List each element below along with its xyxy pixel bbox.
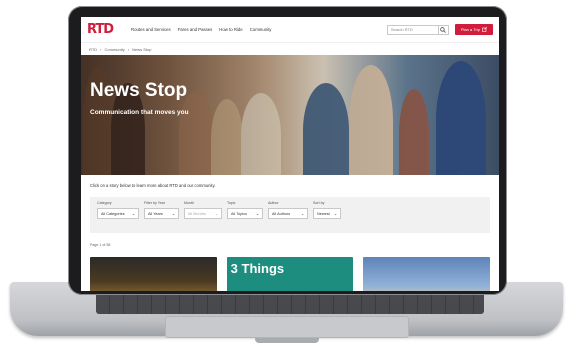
- story-card-grid: 3 Things: [81, 252, 499, 291]
- filter-bar: Category All Categories ⌄ Filter by Year …: [90, 197, 490, 233]
- breadcrumb-rtd[interactable]: RTD: [89, 47, 97, 52]
- breadcrumb: RTD › Community › News Stop: [81, 43, 499, 55]
- chevron-down-icon: ⌄: [131, 212, 135, 216]
- chevron-down-icon: ⌄: [333, 212, 337, 216]
- nav-routes-and-services[interactable]: Routes and Services: [131, 27, 171, 32]
- main-nav: Routes and Services Fares and Passes How…: [127, 27, 387, 32]
- search-icon[interactable]: [438, 24, 449, 35]
- nav-fares-and-passes[interactable]: Fares and Passes: [178, 27, 213, 32]
- filter-label: Author: [268, 201, 279, 205]
- filter-category: Category All Categories ⌄: [97, 201, 139, 229]
- select-value: All Months: [188, 211, 206, 216]
- plan-a-trip-button[interactable]: Plan a Trip: [454, 24, 493, 35]
- chevron-down-icon: ⌄: [300, 212, 304, 216]
- breadcrumb-separator-icon: ›: [100, 46, 102, 52]
- story-card[interactable]: 3 Things: [226, 257, 354, 291]
- hero-title: News Stop: [90, 80, 188, 101]
- filter-author: Author All Authors ⌄: [268, 201, 308, 229]
- site-header: RTD Routes and Services Fares and Passes…: [81, 17, 499, 43]
- chevron-down-icon: ⌄: [214, 212, 218, 216]
- select-value: Newest: [317, 211, 330, 216]
- sort-select[interactable]: Newest ⌄: [313, 208, 341, 219]
- filter-label: Filter by Year: [144, 201, 165, 205]
- chevron-down-icon: ⌄: [255, 212, 259, 216]
- year-select[interactable]: All Years ⌄: [144, 208, 179, 219]
- page-info: Page 1 of 58: [90, 243, 111, 247]
- laptop-notch: [255, 338, 319, 343]
- search-input[interactable]: Search RTD: [386, 24, 439, 35]
- hero-subtitle: Communication that moves you: [90, 109, 189, 116]
- select-value: All Categories: [101, 211, 125, 216]
- nav-community[interactable]: Community: [250, 27, 272, 32]
- nav-how-to-ride[interactable]: How to Ride: [219, 27, 242, 32]
- story-card[interactable]: [363, 257, 491, 291]
- story-card[interactable]: [90, 257, 217, 291]
- breadcrumb-community[interactable]: Community: [105, 47, 125, 52]
- story-card-title: 3 Things: [230, 261, 285, 276]
- rtd-logo[interactable]: RTD: [87, 22, 127, 37]
- plan-a-trip-label: Plan a Trip: [460, 27, 480, 32]
- month-select[interactable]: All Months ⌄: [184, 208, 222, 219]
- chevron-down-icon: ⌄: [171, 212, 175, 216]
- filter-label: Category: [97, 201, 112, 205]
- select-value: All Years: [148, 211, 163, 216]
- filter-label: Month: [184, 201, 194, 205]
- topic-select[interactable]: All Topics ⌄: [227, 208, 263, 219]
- filter-label: Topic: [227, 201, 236, 205]
- browser-screen: RTD Routes and Services Fares and Passes…: [81, 17, 499, 291]
- filter-year: Filter by Year All Years ⌄: [144, 201, 179, 229]
- hero-banner: News Stop Communication that moves you: [81, 55, 499, 175]
- select-value: All Authors: [272, 211, 291, 216]
- intro-text: Click on a story below to learn more abo…: [90, 183, 216, 188]
- author-select[interactable]: All Authors ⌄: [268, 208, 308, 219]
- category-select[interactable]: All Categories ⌄: [97, 208, 139, 219]
- breadcrumb-separator-icon: ›: [127, 46, 130, 52]
- trackpad: [165, 316, 409, 338]
- filter-sort: Sort by Newest ⌄: [313, 201, 341, 229]
- filter-month: Month All Months ⌄: [184, 201, 222, 229]
- filter-label: Sort by: [313, 201, 325, 205]
- filter-topic: Topic All Topics ⌄: [227, 201, 263, 229]
- breadcrumb-current: News Stop: [132, 46, 152, 52]
- external-link-icon: [482, 26, 487, 33]
- select-value: All Topics: [231, 211, 247, 216]
